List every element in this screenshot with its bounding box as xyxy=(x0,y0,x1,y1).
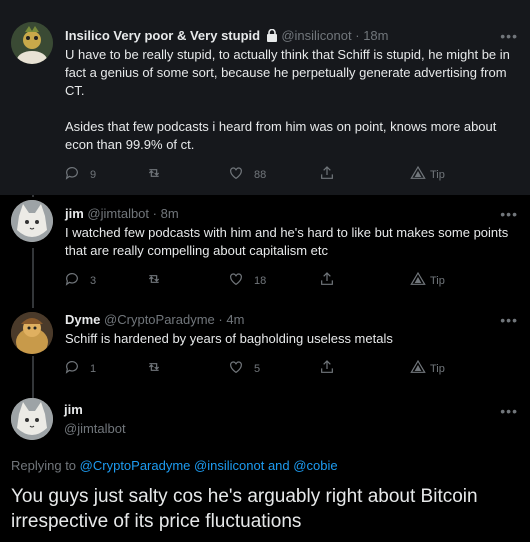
tweet-actions: 3 18 Tip xyxy=(64,271,445,290)
tweet-actions: 1 5 Tip xyxy=(64,359,445,378)
more-icon[interactable]: ••• xyxy=(500,28,518,44)
tweet-text: I watched few podcasts with him and he's… xyxy=(65,225,509,258)
mention-link[interactable]: @insiliconot xyxy=(194,458,264,473)
retweet-button[interactable] xyxy=(146,359,172,378)
like-button[interactable]: 18 xyxy=(228,271,266,290)
share-button[interactable] xyxy=(319,271,345,290)
avatar[interactable] xyxy=(11,22,53,64)
timestamp[interactable]: 4m xyxy=(226,312,244,327)
reply-count: 3 xyxy=(90,274,97,287)
tip-button[interactable]: Tip xyxy=(410,359,445,378)
like-button[interactable]: 88 xyxy=(228,165,266,184)
share-icon xyxy=(319,359,345,378)
like-count: 18 xyxy=(254,274,267,287)
lock-icon xyxy=(266,28,278,45)
reply-icon xyxy=(64,165,90,184)
tip-label: Tip xyxy=(430,274,445,287)
heart-icon xyxy=(228,165,254,184)
like-count: 88 xyxy=(254,168,267,181)
avatar[interactable] xyxy=(11,398,53,440)
user-handle[interactable]: @jimtalbot xyxy=(87,206,149,221)
heart-icon xyxy=(228,359,254,378)
tweet-actions: 9 88 Tip xyxy=(64,165,445,184)
tip-label: Tip xyxy=(430,168,445,181)
retweet-icon xyxy=(146,271,172,290)
display-name[interactable]: jim xyxy=(65,206,84,221)
replying-to: Replying to @CryptoParadyme @insiliconot… xyxy=(11,458,338,473)
tweet-header: jim @jimtalbot · 8m xyxy=(65,206,179,221)
timestamp[interactable]: 8m xyxy=(161,206,179,221)
tweet-header: Dyme @CryptoParadyme · 4m xyxy=(65,312,244,327)
user-handle[interactable]: @insiliconot xyxy=(281,28,351,43)
reply-count: 9 xyxy=(90,168,97,181)
separator-dot: · xyxy=(355,28,360,43)
share-button[interactable] xyxy=(319,359,345,378)
like-button[interactable]: 5 xyxy=(228,359,260,378)
more-icon[interactable]: ••• xyxy=(500,312,518,328)
reply-button[interactable]: 9 xyxy=(64,165,96,184)
retweet-icon xyxy=(146,165,172,184)
replying-prefix: Replying to xyxy=(11,458,77,473)
retweet-button[interactable] xyxy=(146,165,172,184)
tip-icon xyxy=(410,359,430,378)
display-name[interactable]: Insilico Very poor & Very stupid xyxy=(65,28,260,43)
reply-button[interactable]: 1 xyxy=(64,359,96,378)
display-name[interactable]: Dyme xyxy=(65,312,100,327)
reply-button[interactable]: 3 xyxy=(64,271,96,290)
retweet-button[interactable] xyxy=(146,271,172,290)
tweet-text: Schiff is hardened by years of bagholdin… xyxy=(65,331,393,346)
heart-icon xyxy=(228,271,254,290)
mention-link[interactable]: @cobie xyxy=(293,458,337,473)
separator-dot: · xyxy=(152,206,157,221)
tweet-text: U have to be really stupid, to actually … xyxy=(65,47,510,152)
retweet-icon xyxy=(146,359,172,378)
reply-count: 1 xyxy=(90,362,97,375)
more-icon[interactable]: ••• xyxy=(500,403,518,419)
share-button[interactable] xyxy=(319,165,345,184)
share-icon xyxy=(319,165,345,184)
timestamp[interactable]: 18m xyxy=(363,28,388,43)
main-tweet-text: You guys just salty cos he's arguably ri… xyxy=(11,486,478,532)
tip-button[interactable]: Tip xyxy=(410,271,445,290)
reply-icon xyxy=(64,271,90,290)
mention-conjunction: and xyxy=(267,458,290,473)
tweet-header: Insilico Very poor & Very stupid @insili… xyxy=(65,28,388,45)
share-icon xyxy=(319,271,345,290)
like-count: 5 xyxy=(254,362,261,375)
tip-icon xyxy=(410,271,430,290)
user-handle[interactable]: @CryptoParadyme xyxy=(104,312,215,327)
avatar[interactable] xyxy=(11,200,53,242)
reply-icon xyxy=(64,359,90,378)
display-name[interactable]: jim xyxy=(64,402,83,417)
user-handle[interactable]: @jimtalbot xyxy=(64,421,126,436)
tip-label: Tip xyxy=(430,362,445,375)
mention-link[interactable]: @CryptoParadyme xyxy=(80,458,191,473)
tip-button[interactable]: Tip xyxy=(410,165,445,184)
tip-icon xyxy=(410,165,430,184)
avatar[interactable] xyxy=(11,312,53,354)
more-icon[interactable]: ••• xyxy=(500,206,518,222)
separator-dot: · xyxy=(218,312,223,327)
